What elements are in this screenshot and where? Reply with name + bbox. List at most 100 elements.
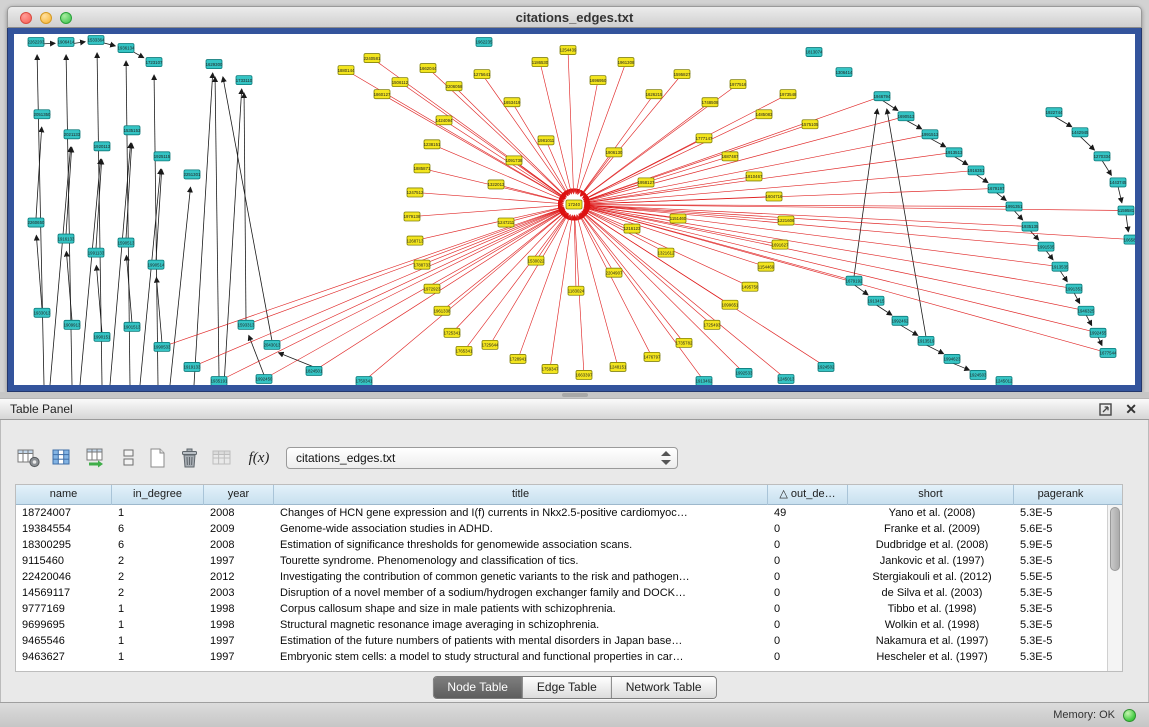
cell[interactable]: 5.9E-5 — [1014, 537, 1107, 553]
graph-node[interactable]: 1268713 — [407, 236, 424, 245]
graph-node[interactable]: 1991351 — [1006, 202, 1023, 211]
column-header-short[interactable]: short — [848, 485, 1014, 505]
column-header-year[interactable]: year — [204, 485, 274, 505]
graph-node[interactable]: 1991535 — [1038, 242, 1055, 251]
graph-node[interactable]: 1442945 — [1072, 128, 1089, 137]
graph-node[interactable]: 1495758 — [742, 282, 759, 291]
cell[interactable]: 0 — [768, 633, 848, 649]
tab-edge-table[interactable]: Edge Table — [523, 677, 612, 698]
graph-node[interactable]: 1275641 — [474, 70, 491, 79]
cell[interactable]: 1 — [112, 617, 204, 633]
cell[interactable]: 5.5E-5 — [1014, 569, 1107, 585]
graph-node[interactable]: 1321612 — [658, 248, 675, 257]
graph-node[interactable]: 1906414 — [58, 38, 75, 47]
graph-node[interactable]: 1916133 — [58, 234, 75, 243]
table-row[interactable]: 1456911722003Disruption of a novel membe… — [16, 585, 1107, 601]
cell[interactable]: 1 — [112, 601, 204, 617]
graph-node[interactable]: 1154469 — [758, 262, 775, 271]
graph-node[interactable]: 1626215 — [646, 90, 663, 99]
graph-node[interactable]: 1992462 — [892, 316, 909, 325]
function-builder-icon[interactable]: f(x) — [243, 444, 275, 472]
graph-node[interactable]: 1186530 — [532, 58, 549, 67]
graph-node[interactable]: 1810467 — [746, 172, 763, 181]
table-row[interactable]: 1938455462009Genome-wide association stu… — [16, 521, 1107, 537]
graph-node[interactable]: 1679197 — [988, 184, 1005, 193]
graph-node[interactable]: 17240 — [566, 200, 582, 209]
graph-node[interactable]: 1777147 — [696, 134, 713, 143]
graph-node[interactable]: 2240581 — [364, 54, 381, 63]
graph-node[interactable]: 1687487 — [722, 152, 739, 161]
graph-node[interactable]: 1593313 — [238, 320, 255, 329]
table-settings-icon[interactable] — [15, 444, 43, 472]
graph-node[interactable]: 1728941 — [510, 354, 527, 363]
graph-node[interactable]: 1824501 — [306, 366, 323, 375]
graph-node[interactable]: 1238151 — [424, 140, 441, 149]
cell[interactable]: 1 — [112, 633, 204, 649]
graph-node[interactable]: 1245013 — [778, 374, 795, 383]
graph-node[interactable]: 1813074 — [806, 48, 823, 57]
graph-node[interactable]: 1065816 — [1124, 235, 1135, 244]
cell[interactable]: 2008 — [204, 505, 274, 521]
cell[interactable]: Investigating the contribution of common… — [274, 569, 768, 585]
graph-node[interactable]: 1530022 — [528, 256, 545, 265]
graph-node[interactable]: 2262203 — [28, 38, 45, 47]
cell[interactable]: de Silva et al. (2003) — [848, 585, 1014, 601]
cell[interactable]: 2 — [112, 585, 204, 601]
graph-node[interactable]: 1924502 — [818, 362, 835, 371]
graph-node[interactable]: 1788733 — [414, 260, 431, 269]
cell[interactable]: 5.3E-5 — [1014, 649, 1107, 665]
graph-node[interactable]: 1924503 — [970, 370, 987, 379]
graph-node[interactable]: 1990533 — [154, 342, 171, 351]
graph-node[interactable]: 1973548 — [780, 90, 797, 99]
tab-node-table[interactable]: Node Table — [433, 677, 523, 698]
column-header-pagerank[interactable]: pagerank — [1014, 485, 1107, 505]
graph-node[interactable]: 1916351 — [968, 166, 985, 175]
graph-node[interactable]: 1653419 — [504, 98, 521, 107]
graph-node[interactable]: 1759347 — [542, 364, 559, 373]
graph-node[interactable]: 1677544 — [1100, 348, 1117, 357]
graph-node[interactable]: 1270334 — [1094, 152, 1111, 161]
float-panel-icon[interactable] — [1099, 403, 1113, 417]
column-header-name[interactable]: name — [16, 485, 112, 505]
cell[interactable]: 5.3E-5 — [1014, 585, 1107, 601]
graph-node[interactable]: 1476797 — [644, 352, 661, 361]
graph-node[interactable]: 2204907 — [606, 268, 623, 277]
cell[interactable]: 18724007 — [16, 505, 112, 521]
graph-node[interactable]: 1991353 — [1066, 284, 1083, 293]
graph-node[interactable]: 1979138 — [404, 212, 421, 221]
cell[interactable]: Estimation of the future numbers of pati… — [274, 633, 768, 649]
tab-network-table[interactable]: Network Table — [612, 677, 716, 698]
graph-node[interactable]: 1935135 — [1022, 222, 1039, 231]
import-table-icon[interactable] — [209, 444, 237, 472]
graph-node[interactable]: 1725493 — [704, 320, 721, 329]
cell[interactable]: Corpus callosum shape and size in male p… — [274, 601, 768, 617]
cell[interactable]: 1998 — [204, 617, 274, 633]
cell[interactable]: 5.3E-5 — [1014, 505, 1107, 521]
graph-node[interactable]: 1913462 — [696, 376, 713, 385]
graph-node[interactable]: 1748508 — [702, 98, 719, 107]
graph-node[interactable]: 1991133 — [88, 248, 105, 257]
cell[interactable]: 1997 — [204, 553, 274, 569]
network-graph[interactable]: 1724018801442240581150611216620441860127… — [14, 34, 1135, 385]
cell[interactable]: 18300295 — [16, 537, 112, 553]
graph-node[interactable]: 1765341 — [456, 346, 473, 355]
cell[interactable]: Yano et al. (2008) — [848, 505, 1014, 521]
graph-node[interactable]: 2251301 — [184, 170, 201, 179]
cell[interactable]: Nakamura et al. (1997) — [848, 633, 1014, 649]
graph-node[interactable]: 1629300 — [206, 60, 223, 69]
graph-node[interactable]: 1922744 — [1046, 108, 1063, 117]
splitter-grip-icon[interactable] — [562, 393, 588, 397]
graph-node[interactable]: 1958127 — [638, 178, 655, 187]
graph-node[interactable]: 1506112 — [392, 78, 409, 87]
table-scrollbar[interactable] — [1107, 505, 1122, 671]
cell[interactable]: 2 — [112, 553, 204, 569]
scrollbar-thumb[interactable] — [1110, 507, 1120, 571]
graph-node[interactable]: 1216123 — [624, 224, 641, 233]
graph-node[interactable]: 2051350 — [34, 110, 51, 119]
graph-node[interactable]: 1946794 — [874, 92, 891, 101]
graph-node[interactable]: 1254439 — [560, 46, 577, 55]
table-row[interactable]: 911546021997Tourette syndrome. Phenomeno… — [16, 553, 1107, 569]
graph-node[interactable]: 1485083 — [756, 110, 773, 119]
table-row[interactable]: 946362711997Embryonic stem cells: a mode… — [16, 649, 1107, 665]
graph-node[interactable]: 1306414 — [836, 68, 853, 77]
